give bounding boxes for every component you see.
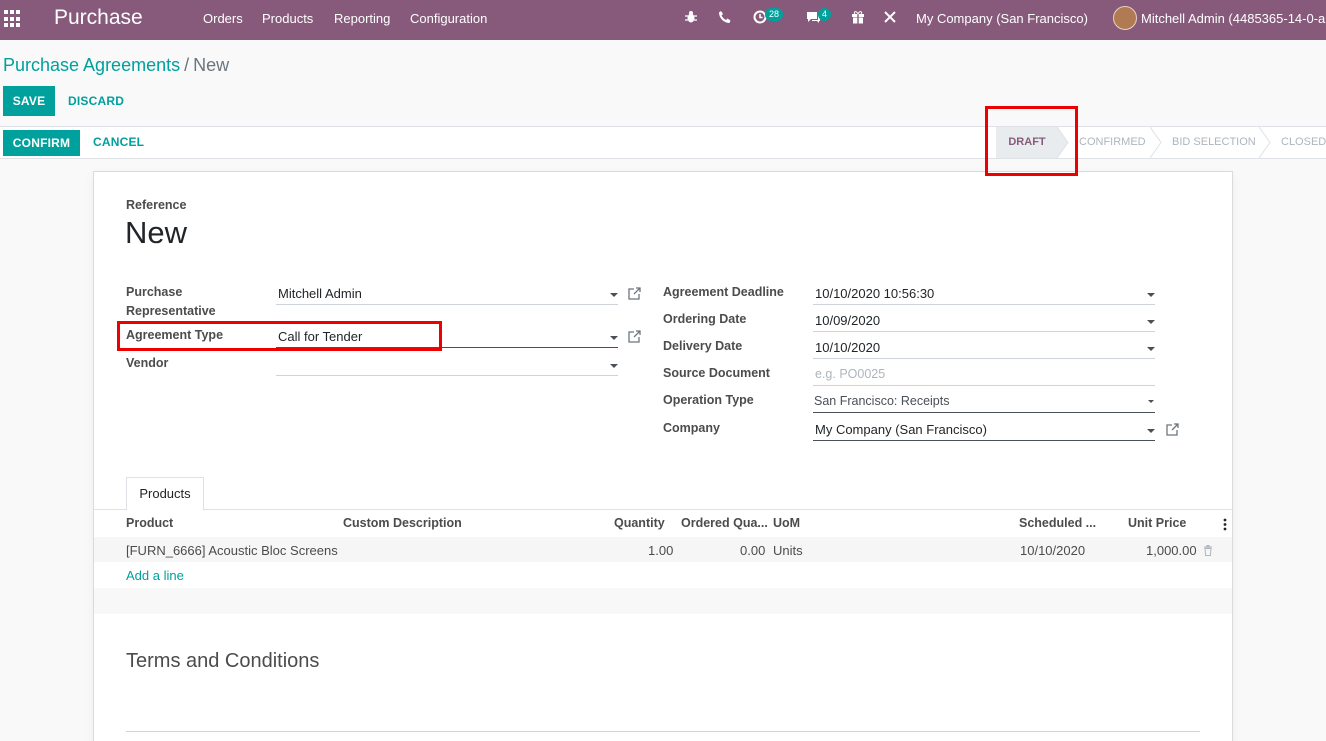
purchase-rep-external-link-icon[interactable] (628, 287, 641, 300)
deadline-underline (813, 304, 1155, 305)
purchase-rep-label-line2: Representative (126, 304, 216, 318)
menu-reporting[interactable]: Reporting (334, 11, 390, 26)
delete-trash-icon[interactable] (1203, 545, 1213, 556)
terms-title: Terms and Conditions (126, 650, 320, 672)
source-document-field[interactable]: e.g. PO0025 (815, 367, 885, 381)
vendor-dropdown-icon[interactable] (610, 364, 618, 368)
operation-type-underline (813, 412, 1155, 413)
deadline-dropdown-icon[interactable] (1147, 293, 1155, 297)
company-underline (813, 440, 1155, 441)
purchase-rep-dropdown-icon[interactable] (610, 293, 618, 297)
agreement-type-external-link-icon[interactable] (628, 330, 641, 343)
activity-count-badge: 28 (765, 8, 784, 21)
company-dropdown-icon[interactable] (1147, 429, 1155, 433)
table-footer (94, 588, 1232, 614)
draft-stage-highlight-box (985, 106, 1078, 176)
delivery-date-label: Delivery Date (663, 339, 743, 353)
form-statusbar: CONFIRM CANCEL DRAFT CONFIRMED BID SELEC… (0, 126, 1326, 159)
source-document-label: Source Document (663, 366, 770, 380)
vendor-label: Vendor (126, 356, 169, 370)
reference-label: Reference (126, 198, 187, 212)
phone-icon[interactable] (717, 10, 733, 26)
optional-columns-icon[interactable] (1222, 518, 1228, 531)
confirm-button[interactable]: CONFIRM (3, 130, 80, 156)
apps-menu-icon[interactable] (4, 10, 22, 28)
ordering-date-field[interactable]: 10/09/2020 (815, 313, 880, 328)
cell-ordered-qty[interactable]: 0.00 (740, 543, 765, 558)
stage-closed[interactable]: CLOSED (1281, 127, 1326, 158)
cell-uom[interactable]: Units (773, 543, 803, 558)
app-title[interactable]: Purchase (54, 6, 143, 30)
column-header-quantity[interactable]: Quantity (614, 516, 665, 530)
operation-type-dropdown-icon[interactable] (1148, 400, 1154, 403)
ordering-date-dropdown-icon[interactable] (1147, 320, 1155, 324)
company-label: Company (663, 421, 720, 435)
menu-configuration[interactable]: Configuration (410, 11, 487, 26)
stage-chevron-icon (1150, 127, 1162, 158)
operation-type-label: Operation Type (663, 393, 754, 407)
vendor-underline (276, 375, 618, 376)
user-avatar[interactable] (1113, 6, 1137, 30)
reference-value: New (125, 215, 188, 250)
cell-unit-price[interactable]: 1,000.00 (1146, 543, 1197, 558)
cancel-button[interactable]: CANCEL (93, 135, 144, 149)
column-header-scheduled[interactable]: Scheduled ... (1019, 516, 1096, 530)
company-external-link-icon[interactable] (1166, 423, 1179, 436)
deadline-field[interactable]: 10/10/2020 10:56:30 (815, 286, 934, 301)
breadcrumb-parent[interactable]: Purchase Agreements (3, 55, 180, 75)
deadline-label: Agreement Deadline (663, 285, 784, 299)
purchase-rep-label: Purchase (126, 285, 183, 299)
company-switcher[interactable]: My Company (San Francisco) (916, 11, 1088, 26)
add-line-link[interactable]: Add a line (126, 568, 184, 583)
top-navbar: Purchase Orders Products Reporting Confi… (0, 0, 1326, 40)
terms-input-underline[interactable] (126, 731, 1200, 732)
agreement-type-highlight-box (117, 321, 442, 351)
source-document-underline (813, 385, 1155, 386)
agreement-type-dropdown-icon[interactable] (610, 336, 618, 340)
delivery-date-field[interactable]: 10/10/2020 (815, 340, 880, 355)
save-button[interactable]: SAVE (3, 86, 55, 116)
stage-confirmed[interactable]: CONFIRMED (1079, 127, 1146, 158)
breadcrumb-current: New (193, 55, 230, 75)
ordering-date-underline (813, 331, 1155, 332)
delivery-date-dropdown-icon[interactable] (1147, 347, 1155, 351)
gift-icon[interactable] (850, 10, 866, 26)
breadcrumb: Purchase Agreements / New (3, 55, 229, 76)
cell-scheduled[interactable]: 10/10/2020 (1020, 543, 1085, 558)
tab-products[interactable]: Products (126, 477, 204, 511)
purchase-rep-underline (276, 304, 618, 305)
message-count-badge: 4 (818, 8, 832, 21)
tools-icon[interactable] (882, 10, 898, 26)
column-header-uom[interactable]: UoM (773, 516, 800, 530)
operation-type-select[interactable]: San Francisco: Receipts (814, 394, 949, 408)
discard-button[interactable]: DISCARD (68, 94, 124, 108)
debug-bug-icon[interactable] (683, 10, 699, 26)
purchase-rep-field[interactable]: Mitchell Admin (278, 286, 362, 301)
column-header-custom-description[interactable]: Custom Description (343, 516, 462, 530)
user-menu[interactable]: Mitchell Admin (4485365-14-0-a (1141, 11, 1325, 26)
column-header-ordered-qty[interactable]: Ordered Qua... (681, 516, 768, 530)
cell-quantity[interactable]: 1.00 (648, 543, 673, 558)
cell-product[interactable]: [FURN_6666] Acoustic Bloc Screens (126, 543, 338, 558)
menu-orders[interactable]: Orders (203, 11, 243, 26)
delivery-date-underline (813, 358, 1155, 359)
column-header-product[interactable]: Product (126, 516, 173, 530)
breadcrumb-separator: / (184, 55, 190, 75)
company-field[interactable]: My Company (San Francisco) (815, 422, 987, 437)
stage-chevron-icon (1259, 127, 1271, 158)
ordering-date-label: Ordering Date (663, 312, 747, 326)
stage-bid-selection[interactable]: BID SELECTION (1172, 127, 1256, 158)
column-header-unit-price[interactable]: Unit Price (1128, 516, 1186, 530)
menu-products[interactable]: Products (262, 11, 313, 26)
tabs-divider (94, 509, 1232, 510)
